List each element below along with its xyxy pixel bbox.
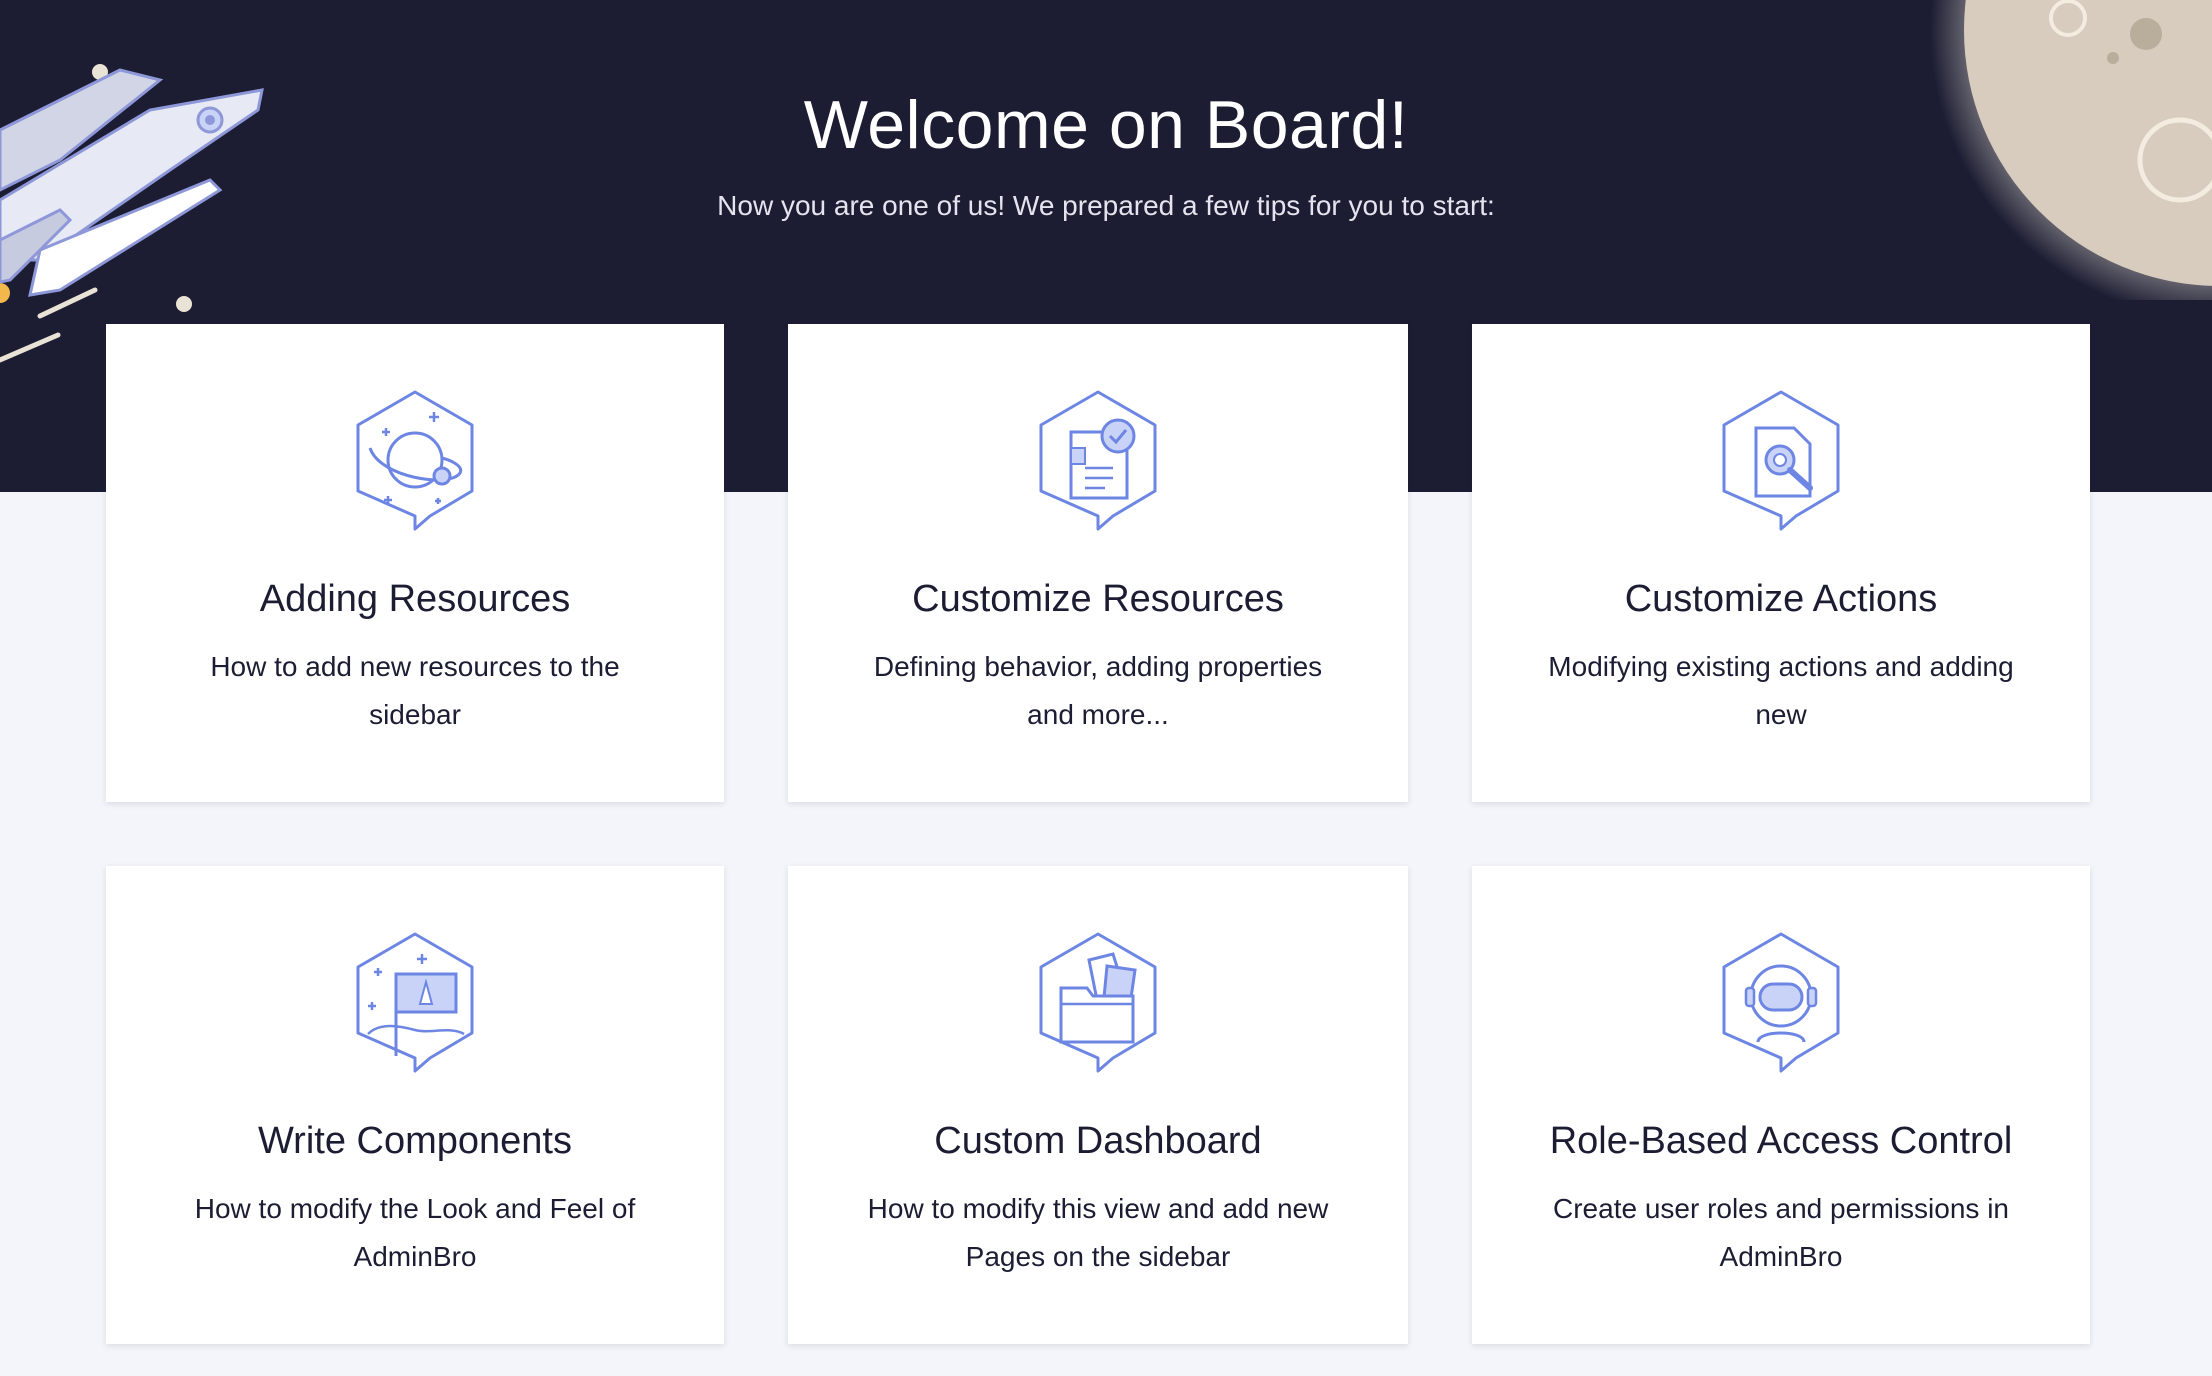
card-role-based-access-control[interactable]: Role-Based Access Control Create user ro…	[1472, 866, 2090, 1344]
document-check-icon	[1039, 390, 1157, 531]
card-adding-resources[interactable]: Adding Resources How to add new resource…	[106, 324, 724, 802]
card-customize-resources[interactable]: Customize Resources Defining behavior, a…	[788, 324, 1408, 802]
planet-icon	[356, 390, 474, 531]
card-title: Write Components	[258, 1120, 572, 1162]
card-title: Customize Resources	[912, 578, 1284, 620]
card-description: Modifying existing actions and adding ne…	[1548, 651, 2014, 730]
card-description: Defining behavior, adding properties and…	[873, 651, 1323, 730]
card-description: Create user roles and permissions in Adm…	[1553, 1193, 2009, 1272]
card-title: Customize Actions	[1624, 578, 1938, 620]
astronaut-icon	[1722, 932, 1840, 1073]
card-customize-actions[interactable]: Customize Actions Modifying existing act…	[1472, 324, 2090, 802]
card-description: How to modify the Look and Feel of Admin…	[194, 1193, 636, 1272]
tips-grid: Adding Resources How to add new resource…	[106, 324, 2090, 1344]
page-title: Welcome on Board!	[803, 87, 1409, 163]
card-title: Role-Based Access Control	[1549, 1120, 2013, 1162]
folder-icon	[1039, 932, 1157, 1073]
card-title: Adding Resources	[259, 578, 571, 620]
card-description: How to add new resources to the sidebar	[210, 651, 620, 730]
page-subtitle: Now you are one of us! We prepared a few…	[717, 190, 1495, 221]
card-description: How to modify this view and add new Page…	[867, 1193, 1329, 1272]
card-write-components[interactable]: Write Components How to modify the Look …	[106, 866, 724, 1344]
document-search-icon	[1722, 390, 1840, 531]
card-custom-dashboard[interactable]: Custom Dashboard How to modify this view…	[788, 866, 1408, 1344]
flag-icon	[356, 932, 474, 1073]
card-title: Custom Dashboard	[934, 1120, 1262, 1162]
